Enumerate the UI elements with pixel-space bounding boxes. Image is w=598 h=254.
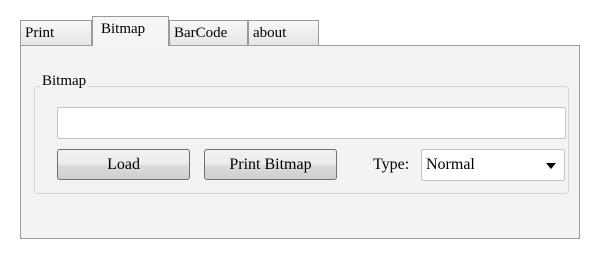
bitmap-group-title: Bitmap [40,72,89,90]
load-button[interactable]: Load [57,149,190,180]
load-button-label: Load [107,156,140,173]
tab-about[interactable]: about [248,20,319,46]
print-bitmap-button-label: Print Bitmap [229,156,312,173]
chevron-down-icon[interactable] [546,163,556,169]
tab-barcode-label: BarCode [174,25,228,41]
type-select[interactable]: Normal [421,149,565,181]
tab-barcode[interactable]: BarCode [169,20,248,46]
print-bitmap-button[interactable]: Print Bitmap [204,149,337,180]
tab-bitmap-label: Bitmap [101,21,146,37]
tab-bitmap[interactable]: Bitmap [92,16,169,46]
window-root: Print Bitmap BarCode about Bitmap Load P… [0,0,598,254]
bitmap-path-input[interactable] [57,107,566,139]
tab-about-label: about [253,25,287,41]
tab-print-label: Print [25,25,55,41]
tab-panel-bitmap: Bitmap Load Print Bitmap Type: Normal [20,45,580,239]
type-select-value: Normal [426,156,475,173]
type-label: Type: [373,156,410,173]
tab-print[interactable]: Print [20,20,92,46]
